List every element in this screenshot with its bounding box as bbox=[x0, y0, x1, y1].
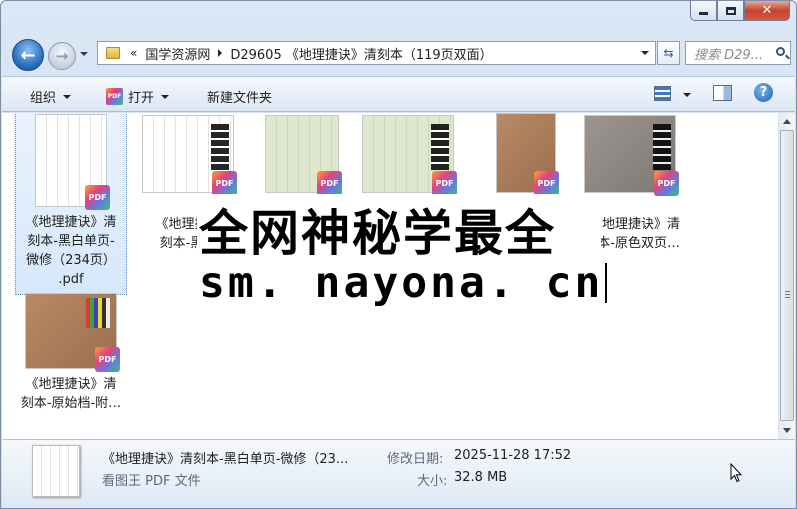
watermark-overlay: 全网神秘学最全 sm. nayona. cn bbox=[197, 194, 608, 316]
search-input[interactable]: 搜索 D29... bbox=[685, 41, 791, 65]
forward-arrow-icon: → bbox=[55, 47, 69, 65]
maximize-button[interactable] bbox=[717, 1, 744, 21]
address-dropdown-icon[interactable] bbox=[641, 51, 649, 55]
pdf-icon: PDF bbox=[212, 171, 237, 196]
preview-pane-icon[interactable] bbox=[713, 85, 732, 101]
organize-label: 组织 bbox=[30, 91, 57, 106]
file-label-line: 《地理捷诀》清 bbox=[25, 377, 117, 392]
pdf-icon: PDF bbox=[95, 347, 120, 372]
details-size-key: 大小: bbox=[417, 474, 448, 489]
caption-buttons: ✕ bbox=[690, 1, 790, 21]
minimize-button[interactable] bbox=[690, 1, 717, 21]
file-label-line: 《地理捷诀》清 bbox=[25, 215, 117, 230]
refresh-button[interactable]: ⇆ bbox=[657, 41, 680, 65]
color-checker bbox=[211, 124, 229, 170]
close-icon: ✕ bbox=[761, 3, 773, 18]
grip-icon bbox=[785, 291, 790, 298]
details-filename: 《地理捷诀》清刻本-黑白单页-微修（23... bbox=[102, 452, 349, 467]
pdf-icon: PDF bbox=[85, 185, 110, 210]
watermark-title: 全网神秘学最全 bbox=[199, 205, 557, 262]
file-label-line: .pdf bbox=[58, 272, 84, 287]
file-thumbnail: PDF bbox=[496, 113, 559, 196]
help-icon[interactable]: ? bbox=[754, 83, 773, 102]
close-button[interactable]: ✕ bbox=[744, 1, 790, 21]
file-label-line: 微修（234页） bbox=[26, 253, 116, 268]
watermark-url: sm. nayona. cn bbox=[199, 258, 608, 308]
file-thumbnail: PDF bbox=[35, 114, 110, 210]
color-checker bbox=[431, 124, 449, 170]
file-thumbnail: PDF bbox=[362, 115, 457, 196]
back-arrow-icon: ← bbox=[20, 44, 36, 66]
file-thumbnail: PDF bbox=[584, 115, 679, 196]
command-bar: 组织 PDF 打开 新建文件夹 ? bbox=[2, 76, 795, 112]
scroll-down-icon[interactable] bbox=[783, 428, 791, 433]
back-button[interactable]: ← bbox=[12, 39, 44, 71]
file-label-line: 刻本-原始档-附… bbox=[20, 396, 122, 411]
details-filetype: 看图王 PDF 文件 bbox=[102, 474, 201, 489]
breadcrumb-segment[interactable]: 国学资源网 bbox=[145, 44, 210, 63]
color-checker bbox=[86, 298, 110, 328]
pdf-icon: PDF bbox=[106, 88, 123, 105]
breadcrumb-overflow[interactable]: « bbox=[130, 46, 137, 60]
open-label: 打开 bbox=[128, 91, 155, 106]
details-size-value: 32.8 MB bbox=[454, 470, 508, 485]
explorer-window: ✕ ← → « 国学资源网 D29605 《地理捷诀》清刻本（119页双面） ⇆… bbox=[0, 0, 797, 509]
pdf-icon: PDF bbox=[654, 171, 679, 196]
pdf-icon: PDF bbox=[432, 171, 457, 196]
file-item[interactable]: PDF 《地理捷诀》清 刻本-原始档-附… bbox=[15, 289, 127, 419]
refresh-icon: ⇆ bbox=[663, 46, 674, 60]
details-modified-key: 修改日期: bbox=[387, 452, 444, 467]
view-icon[interactable] bbox=[654, 86, 671, 101]
vertical-scrollbar[interactable] bbox=[778, 113, 795, 439]
new-folder-button[interactable]: 新建文件夹 bbox=[207, 87, 272, 106]
forward-button[interactable]: → bbox=[48, 42, 76, 70]
mouse-pointer-icon bbox=[730, 463, 742, 483]
details-pane: 《地理捷诀》清刻本-黑白单页-微修（23... 修改日期: 2025-11-28… bbox=[2, 439, 795, 508]
view-dropdown-icon[interactable] bbox=[683, 93, 691, 97]
maximize-icon bbox=[725, 6, 736, 15]
scroll-up-icon[interactable] bbox=[783, 119, 791, 124]
chevron-down-icon bbox=[161, 94, 170, 99]
organize-button[interactable]: 组织 bbox=[30, 87, 72, 106]
open-button[interactable]: PDF 打开 bbox=[106, 87, 170, 106]
file-item[interactable]: PDF 《地理捷诀》清 刻本-黑白单页- 微修（234页） .pdf bbox=[15, 113, 127, 295]
file-thumbnail: PDF bbox=[25, 293, 120, 372]
details-modified-value: 2025-11-28 17:52 bbox=[454, 448, 572, 463]
file-label: 《地理捷诀》清 刻本-原始档-附… bbox=[15, 375, 127, 413]
breadcrumb-separator-icon[interactable] bbox=[218, 49, 223, 57]
address-bar[interactable]: « 国学资源网 D29605 《地理捷诀》清刻本（119页双面） bbox=[97, 41, 656, 65]
navigation-bar: ← → « 国学资源网 D29605 《地理捷诀》清刻本（119页双面） ⇆ 搜… bbox=[1, 39, 796, 71]
new-folder-label: 新建文件夹 bbox=[207, 91, 273, 106]
scrollbar-thumb[interactable] bbox=[780, 130, 794, 421]
folder-icon bbox=[106, 47, 120, 59]
chevron-down-icon bbox=[63, 94, 72, 99]
text-caret bbox=[605, 263, 608, 303]
file-label-line: 刻本-黑白单页- bbox=[27, 234, 115, 249]
file-label: 《地理捷诀》清 刻本-黑白单页- 微修（234页） .pdf bbox=[16, 213, 126, 289]
pdf-icon: PDF bbox=[534, 171, 559, 196]
file-thumbnail: PDF bbox=[142, 115, 237, 196]
search-placeholder: 搜索 D29... bbox=[694, 47, 764, 63]
watermark-url-text: sm. nayona. cn bbox=[199, 258, 604, 308]
details-thumbnail bbox=[32, 445, 80, 497]
file-thumbnail: PDF bbox=[265, 115, 342, 196]
recent-pages-dropdown[interactable] bbox=[80, 52, 88, 56]
breadcrumb-segment[interactable]: D29605 《地理捷诀》清刻本（119页双面） bbox=[230, 44, 492, 63]
pdf-icon: PDF bbox=[317, 171, 342, 196]
color-checker bbox=[653, 124, 671, 170]
search-icon[interactable] bbox=[776, 47, 785, 56]
minimize-icon bbox=[699, 12, 708, 15]
